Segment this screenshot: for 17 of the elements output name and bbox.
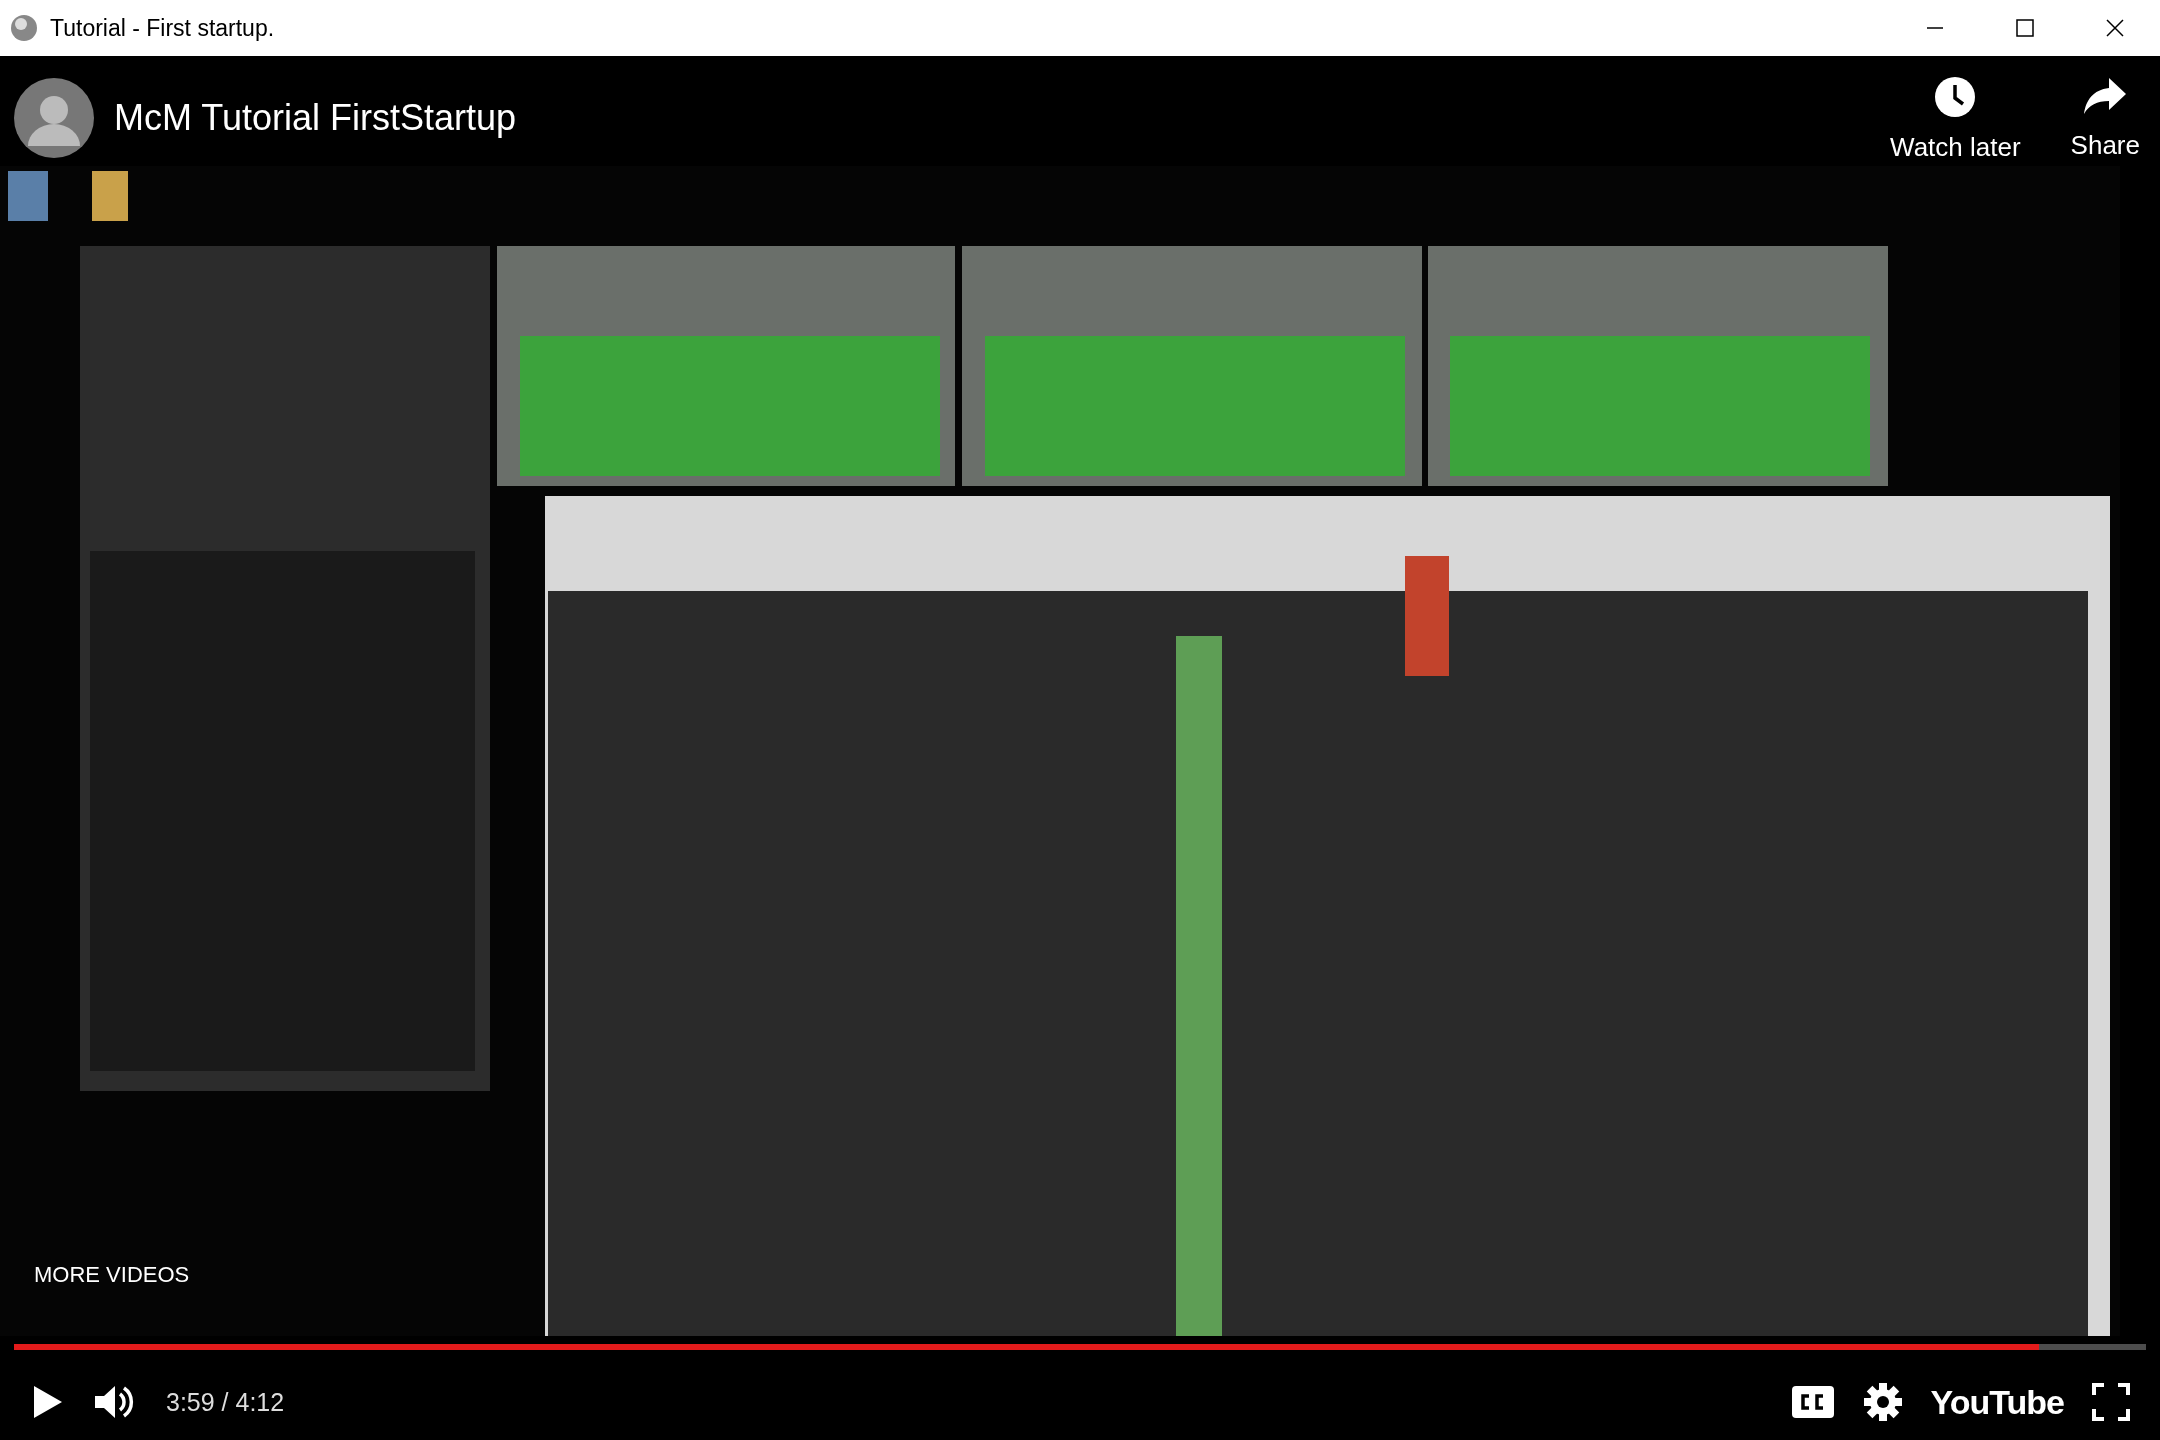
share-icon [2083,76,2128,116]
watch-later-button[interactable]: Watch later [1890,76,2021,163]
maximize-icon [2015,18,2035,38]
app-icon [10,14,38,42]
window-title: Tutorial - First startup. [50,14,276,42]
close-icon [2105,18,2125,38]
clock-icon [1934,76,1977,118]
share-button[interactable]: Share [2070,76,2140,163]
minimize-icon [1926,27,1944,29]
settings-button[interactable] [1862,1382,1903,1422]
more-videos-link[interactable]: MORE VIDEOS [34,1262,190,1288]
avatar-icon[interactable] [14,78,94,158]
captions-button[interactable] [1790,1385,1835,1419]
video-title[interactable]: McM Tutorial FirstStartup [114,97,517,139]
time-display: 3:59 / 4:12 [166,1387,285,1417]
youtube-logo[interactable]: YouTube [1930,1382,2064,1422]
fullscreen-button[interactable] [2092,1383,2130,1421]
